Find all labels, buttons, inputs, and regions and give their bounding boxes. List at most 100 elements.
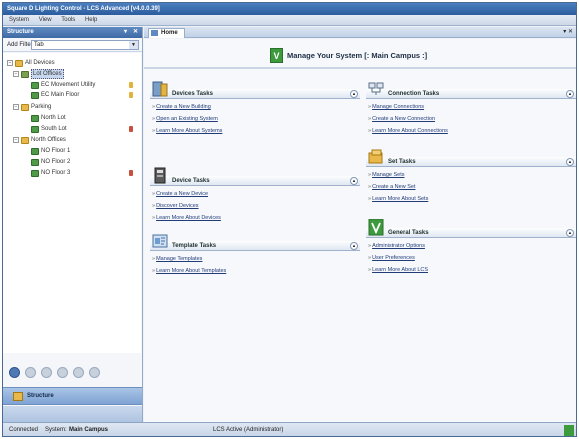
- structure-tree: − All Devices − Lot Offices EC Movement …: [3, 53, 141, 353]
- link[interactable]: Learn More About Templates: [152, 266, 360, 278]
- general-tasks-panel: General Tasks ▴ Administrator Options Us…: [366, 219, 576, 277]
- menu-tools[interactable]: Tools: [61, 15, 75, 26]
- menu-help[interactable]: Help: [85, 15, 97, 26]
- folder-icon: [21, 136, 29, 144]
- nav-footer: [3, 406, 142, 422]
- expand-icon[interactable]: −: [7, 60, 13, 66]
- collapse-icon[interactable]: ▴: [566, 158, 574, 166]
- status-marker: [129, 126, 133, 132]
- tree-node[interactable]: NO Floor 3: [31, 169, 70, 177]
- more-icon[interactable]: [89, 366, 100, 378]
- page-title: V Manage Your System [: Main Campus :]: [270, 47, 427, 63]
- connection-status: Connected: [9, 427, 39, 433]
- brand-icon: [564, 425, 574, 436]
- structure-toolbar: [9, 365, 105, 379]
- device-icon: [31, 169, 39, 177]
- panel-header: Template Tasks ▴: [150, 234, 360, 251]
- link[interactable]: Discover Devices: [152, 201, 360, 213]
- filter-select[interactable]: Tab ▼: [31, 40, 139, 50]
- link[interactable]: Open an Existing System: [152, 114, 360, 126]
- network-icon: [368, 82, 384, 95]
- device-icon: [31, 81, 39, 89]
- structure-icon: [13, 391, 23, 401]
- nav-structure-button[interactable]: Structure: [3, 387, 142, 405]
- panel-header: General Tasks ▴: [366, 219, 576, 238]
- filter-row: Add Filter by: Tab ▼: [3, 38, 142, 52]
- link[interactable]: Learn More About Systems: [152, 126, 360, 138]
- panel-title: Devices Tasks: [172, 91, 213, 97]
- add-icon[interactable]: [9, 366, 20, 378]
- pin-icon[interactable]: ▾: [121, 28, 130, 37]
- panel-title: Connection Tasks: [388, 91, 440, 97]
- cabinet-icon: [152, 81, 168, 97]
- tree-node[interactable]: − Lot Offices: [13, 69, 64, 79]
- chevron-down-icon[interactable]: ▼: [129, 41, 138, 49]
- tree-node[interactable]: − North Offices: [13, 136, 66, 144]
- window-title: Square D Lighting Control - LCS Advanced…: [3, 3, 576, 15]
- expand-icon[interactable]: −: [13, 137, 19, 143]
- link[interactable]: Create a New Connection: [368, 114, 576, 126]
- copy-icon[interactable]: [41, 366, 52, 378]
- folder-icon: [15, 59, 23, 67]
- tree-node[interactable]: EC Main Floor: [31, 91, 79, 99]
- menu-view[interactable]: View: [39, 15, 52, 26]
- link[interactable]: Manage Templates: [152, 254, 360, 266]
- structure-pane-title: Structure: [7, 29, 34, 35]
- mode-status: LCS Active (Administrator): [213, 427, 284, 433]
- panel-header: Devices Tasks ▴: [150, 81, 360, 99]
- link[interactable]: Manage Sets: [368, 170, 576, 182]
- home-pane: Home ▾ ✕ V Manage Your System [: Main Ca…: [144, 27, 576, 422]
- link[interactable]: Administrator Options: [368, 241, 576, 253]
- link[interactable]: Manage Connections: [368, 102, 576, 114]
- link[interactable]: Learn More About LCS: [368, 265, 576, 277]
- tab-home[interactable]: Home: [148, 28, 185, 38]
- menu-system[interactable]: System: [9, 15, 29, 26]
- collapse-icon[interactable]: ▴: [350, 242, 358, 250]
- link[interactable]: Learn More About Sets: [368, 194, 576, 206]
- delete-icon[interactable]: [73, 366, 84, 378]
- page-title-text: Manage Your System [: Main Campus :]: [287, 50, 428, 60]
- panel-title: Set Tasks: [388, 159, 416, 165]
- tree-node[interactable]: EC Movement Utility: [31, 81, 95, 89]
- device-icon: [31, 125, 39, 133]
- link[interactable]: Create a New Set: [368, 182, 576, 194]
- devices-tasks-panel: Devices Tasks ▴ Create a New Building Op…: [150, 81, 360, 138]
- link[interactable]: User Preferences: [368, 253, 576, 265]
- folder-set-icon: [368, 149, 383, 164]
- building-icon: [21, 70, 29, 78]
- expand-icon[interactable]: −: [13, 71, 19, 77]
- device-icon: [31, 147, 39, 155]
- structure-pane: Structure ▾ ✕ Add Filter by: Tab ▼ − All…: [3, 27, 143, 422]
- link[interactable]: Learn More About Devices: [152, 213, 360, 225]
- template-tasks-panel: Template Tasks ▴ Manage Templates Learn …: [150, 234, 360, 278]
- nav-structure-label: Structure: [27, 393, 54, 399]
- collapse-icon[interactable]: ▴: [350, 177, 358, 185]
- v-logo-icon: V: [270, 47, 283, 63]
- link[interactable]: Learn More About Connections: [368, 126, 576, 138]
- menu-bar: System View Tools Help: [3, 15, 576, 26]
- edit-icon[interactable]: [25, 366, 36, 378]
- collapse-icon[interactable]: ▴: [566, 90, 574, 98]
- collapse-icon[interactable]: ▴: [566, 229, 574, 237]
- tree-node[interactable]: NO Floor 1: [31, 147, 70, 155]
- link[interactable]: Create a New Device: [152, 189, 360, 201]
- refresh-icon[interactable]: [57, 366, 68, 378]
- connection-tasks-panel: Connection Tasks ▴ Manage Connections Cr…: [366, 82, 576, 138]
- tree-node[interactable]: NO Floor 2: [31, 158, 70, 166]
- device-icon: [31, 91, 39, 99]
- collapse-icon[interactable]: ▴: [350, 90, 358, 98]
- panel-title: Device Tasks: [172, 178, 210, 184]
- tree-node[interactable]: − All Devices: [7, 59, 55, 67]
- device-icon: [31, 158, 39, 166]
- tree-node[interactable]: North Lot: [31, 114, 66, 122]
- tree-node[interactable]: − Parking: [13, 103, 51, 111]
- expand-icon[interactable]: −: [13, 104, 19, 110]
- status-marker: [129, 82, 133, 88]
- device-tasks-panel: Device Tasks ▴ Create a New Device Disco…: [150, 167, 360, 225]
- tree-node[interactable]: South Lot: [31, 125, 67, 133]
- close-tab-icon[interactable]: ▾ ✕: [563, 28, 573, 35]
- home-content: V Manage Your System [: Main Campus :] D…: [144, 39, 576, 422]
- link[interactable]: Create a New Building: [152, 102, 360, 114]
- folder-icon: [21, 103, 29, 111]
- close-icon[interactable]: ✕: [131, 28, 140, 37]
